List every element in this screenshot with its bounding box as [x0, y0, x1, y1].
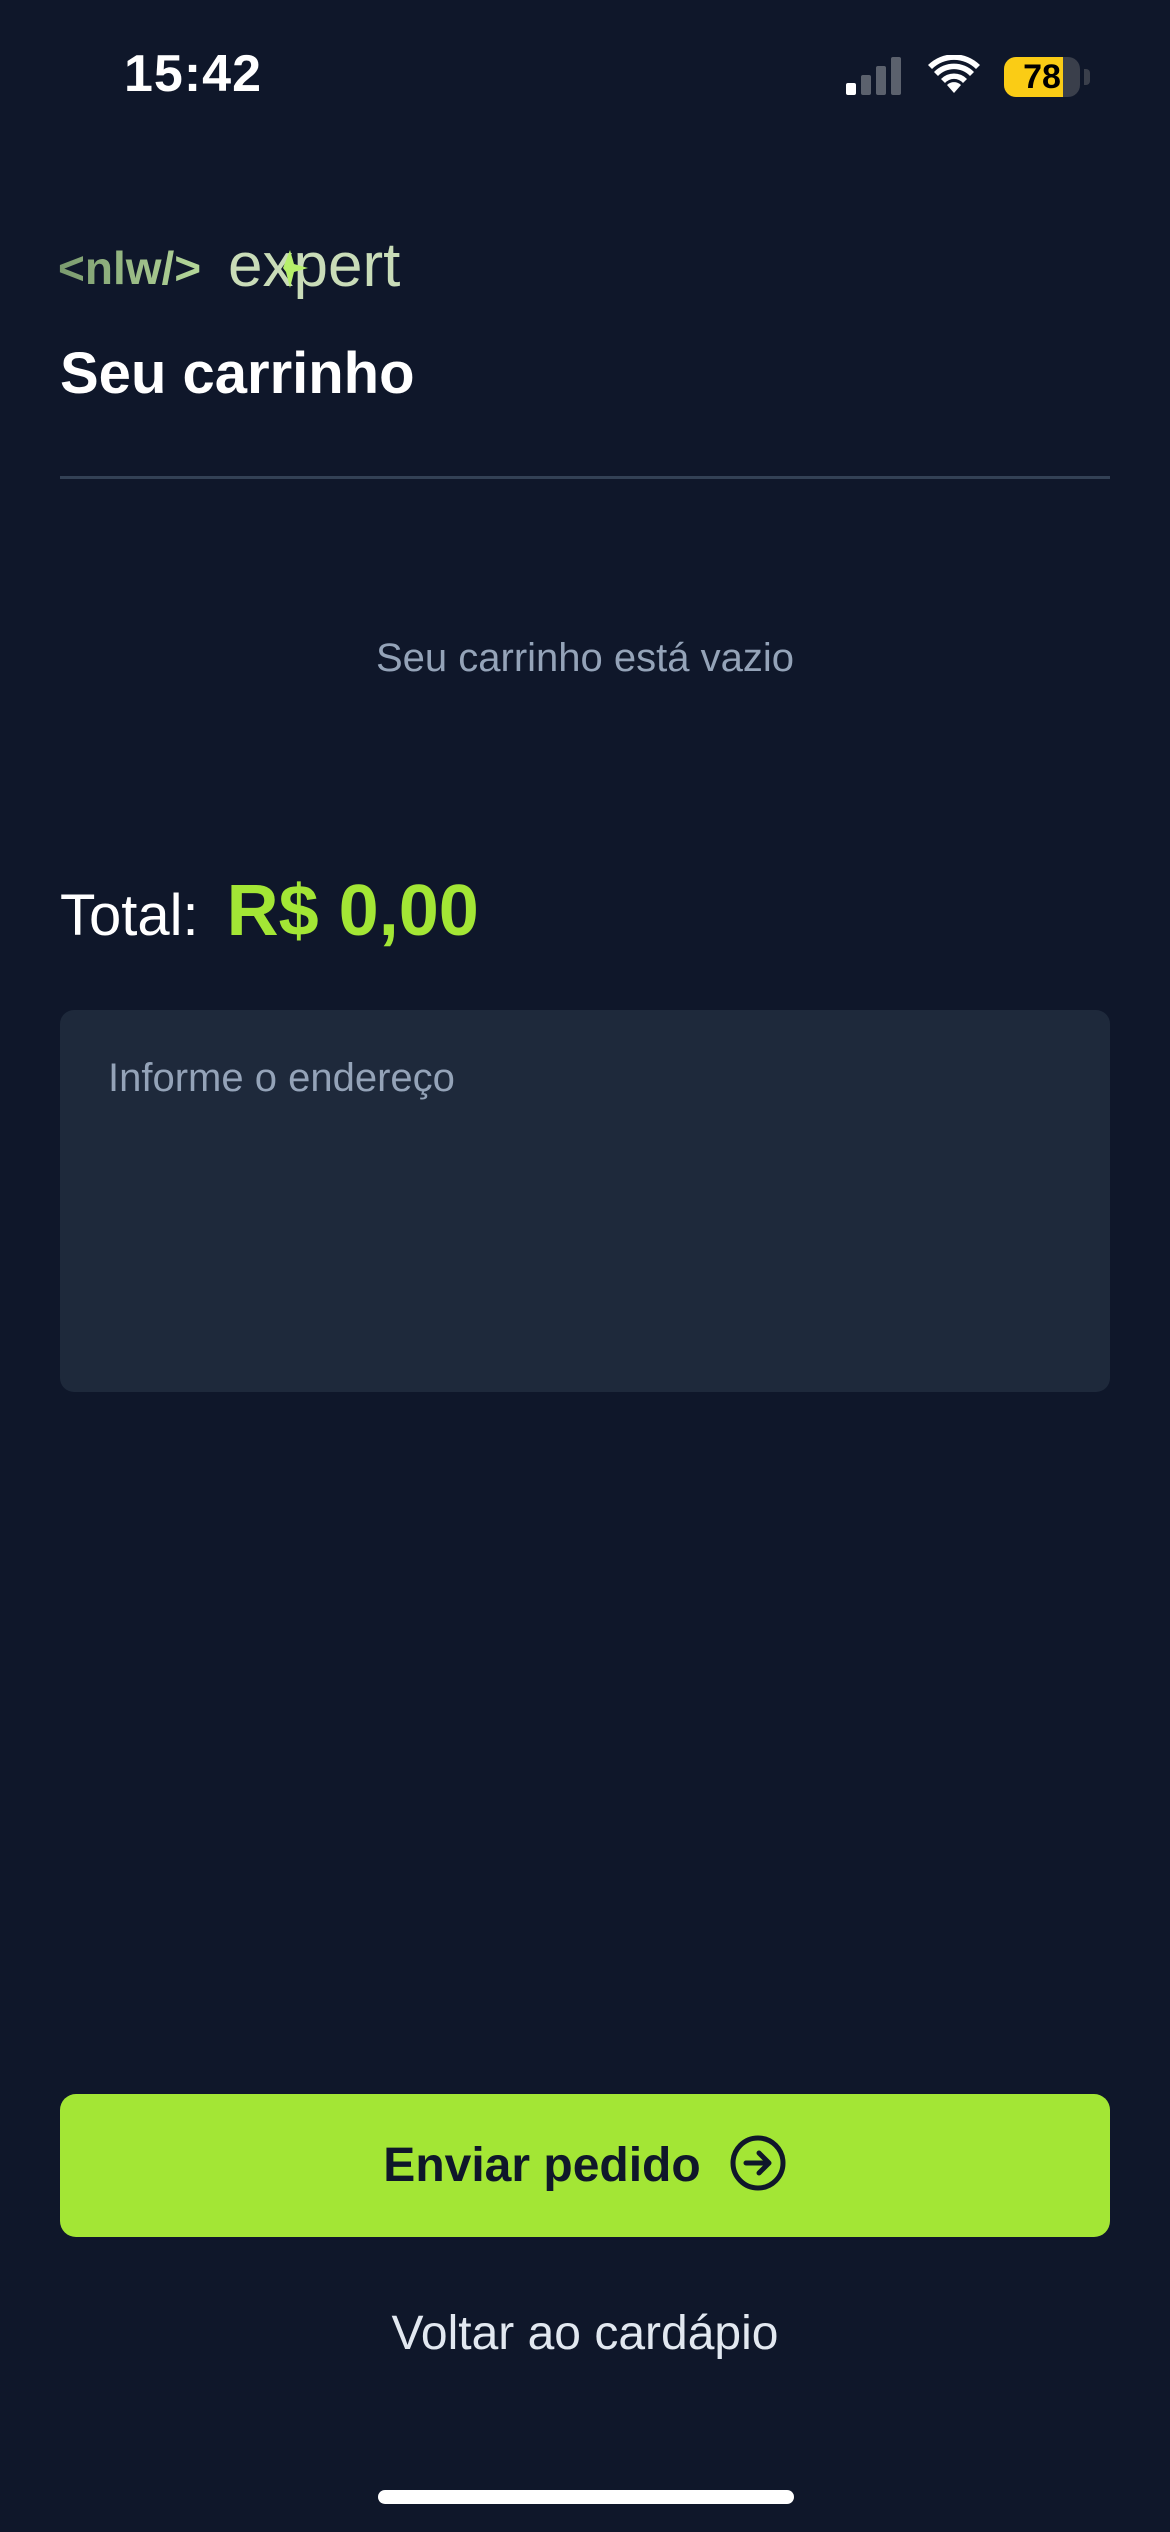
status-time: 15:42: [124, 45, 262, 103]
page-title: Seu carrinho: [60, 341, 415, 406]
wifi-icon: [928, 53, 980, 100]
send-order-button[interactable]: Enviar pedido: [60, 2094, 1110, 2237]
logo-mark: <nlw/> expert: [58, 231, 400, 300]
battery-cap: [1084, 69, 1090, 85]
status-icons: 78: [844, 52, 1090, 102]
battery-icon: 78: [1004, 57, 1080, 97]
send-order-label: Enviar pedido: [383, 2139, 701, 2192]
total-row: Total: R$ 0,00: [60, 870, 479, 952]
signal-icon: [844, 55, 904, 100]
header-divider: [60, 476, 1110, 479]
back-to-menu-link[interactable]: Voltar ao cardápio: [0, 2306, 1170, 2361]
home-indicator[interactable]: [378, 2490, 794, 2504]
total-label: Total:: [60, 883, 199, 948]
nlw-expert-logo: <nlw/> expert: [58, 228, 448, 308]
total-value: R$ 0,00: [226, 871, 479, 951]
status-bar: 15:42 78: [0, 0, 1170, 150]
logo-word-text: expert: [228, 231, 400, 300]
battery-level: 78: [1023, 57, 1061, 96]
address-input[interactable]: [60, 1010, 1110, 1392]
empty-cart-message: Seu carrinho está vazio: [375, 636, 794, 680]
logo-brand-text: <nlw/>: [58, 242, 201, 294]
arrow-circle-right-icon: [729, 2134, 787, 2197]
